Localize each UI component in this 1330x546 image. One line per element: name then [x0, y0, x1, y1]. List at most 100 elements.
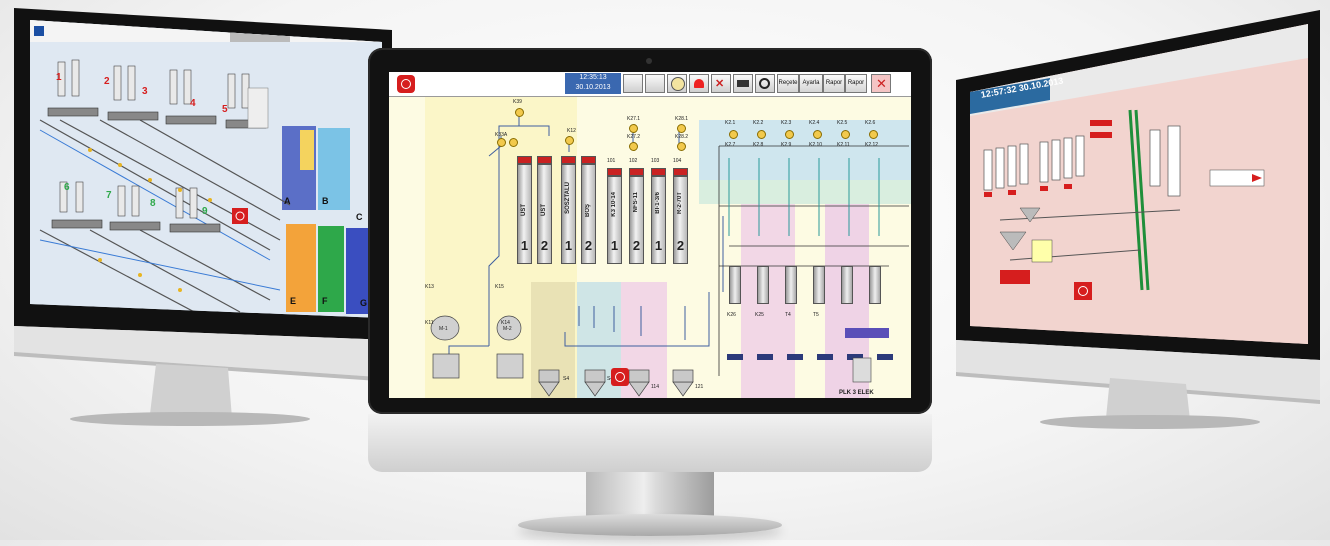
- label-k27-1: K27.1: [627, 116, 641, 122]
- recipe-button[interactable]: Reçete: [777, 74, 799, 93]
- center-stand-base: [518, 514, 782, 536]
- dosing-bin[interactable]: [813, 266, 825, 304]
- valve-node[interactable]: [515, 108, 524, 117]
- globe-icon[interactable]: [667, 74, 687, 93]
- silo-cap: [651, 168, 666, 176]
- folder-icon[interactable]: [645, 74, 665, 93]
- silo-cap: [581, 156, 596, 164]
- label-s4: S4: [563, 376, 570, 382]
- label-k11: K11: [425, 320, 434, 326]
- left-line-number: 5: [222, 104, 228, 115]
- label-k: K2.2: [753, 120, 764, 126]
- left-line-number: 8: [150, 198, 156, 209]
- silo-cap: [517, 156, 532, 164]
- mix-label: T5: [813, 312, 819, 318]
- valve-node[interactable]: [813, 130, 822, 139]
- company-logo[interactable]: [397, 75, 415, 93]
- left-line-number: 3: [142, 86, 148, 97]
- silo-name: BOŞ: [585, 204, 591, 218]
- clock-time: 12:35:13: [579, 74, 607, 81]
- alarm-bell-icon[interactable]: [689, 74, 709, 93]
- silo-name: BI-1-3/6: [655, 192, 661, 214]
- left-line-number: 4: [190, 98, 196, 109]
- label-k39: K39: [513, 99, 522, 105]
- label-k: K2.9: [781, 142, 792, 148]
- label-k: K2.11: [837, 142, 850, 148]
- silo-code: 104: [673, 158, 682, 164]
- label-121: 121: [695, 384, 704, 390]
- clock-display: 12:35:13 30.10.2013: [565, 73, 621, 94]
- left-line-number: 2: [104, 76, 110, 87]
- silo-name: ÜST: [521, 204, 527, 216]
- label-k28-2: K28.2: [675, 134, 689, 140]
- label-k: K2.5: [837, 120, 848, 126]
- report-button-2[interactable]: Rapor: [845, 74, 867, 93]
- computer-icon[interactable]: [623, 74, 643, 93]
- silo-cap: [537, 156, 552, 164]
- valve-node[interactable]: [565, 136, 574, 145]
- valve-node[interactable]: [785, 130, 794, 139]
- valve-node[interactable]: [869, 130, 878, 139]
- label-k: K2.12: [865, 142, 879, 148]
- valve-node[interactable]: [497, 138, 506, 147]
- label-114: 114: [651, 384, 659, 390]
- left-line-number: 6: [64, 182, 70, 193]
- valve-node[interactable]: [629, 142, 638, 151]
- label-k: K2.1: [725, 120, 736, 126]
- left-line-number: 9: [202, 206, 208, 217]
- silo-number: 1: [520, 238, 529, 253]
- valve-node[interactable]: [629, 124, 638, 133]
- label-k: K2.10: [809, 142, 823, 148]
- dosing-bin[interactable]: [869, 266, 881, 304]
- right-screen-schematic: [970, 24, 1308, 344]
- left-side-letter: A: [284, 196, 291, 206]
- dosing-bin[interactable]: [757, 266, 769, 304]
- center-screen: 12:35:13 30.10.2013 ✕ Reçete Ayarla Rapo…: [389, 72, 911, 398]
- label-k: K2.3: [781, 120, 792, 126]
- label-k: K2.7: [725, 142, 736, 148]
- keyboard-icon[interactable]: [733, 74, 753, 93]
- label-k15: K15: [495, 284, 504, 290]
- silo-number: 1: [610, 238, 619, 253]
- close-icon[interactable]: ✕: [871, 74, 891, 93]
- piping-lines: [430, 110, 909, 397]
- left-side-letter: F: [322, 296, 328, 306]
- left-side-letter: C: [356, 212, 363, 222]
- left-screen-schematic: [30, 20, 382, 318]
- silo-name: K3 10-14: [611, 192, 617, 217]
- label-k28-1: K28.1: [675, 116, 689, 122]
- valve-node[interactable]: [757, 130, 766, 139]
- report-button-1[interactable]: Rapor: [823, 74, 845, 93]
- silo-name: ÜST: [541, 204, 547, 216]
- settings-button[interactable]: Ayarla: [799, 74, 823, 93]
- valve-node[interactable]: [677, 142, 686, 151]
- valve-node[interactable]: [841, 130, 850, 139]
- mix-label: K25: [755, 312, 764, 318]
- silo-number: 2: [584, 238, 593, 253]
- silo-cap: [607, 168, 622, 176]
- left-monitor: 1 2 3 4 5 6 7 8 9 A B C E F G: [0, 0, 400, 440]
- label-k: K2.6: [865, 120, 876, 126]
- valve-node[interactable]: [509, 138, 518, 147]
- silo-name: NFS-11: [633, 192, 639, 213]
- emergency-stop-button[interactable]: [611, 368, 629, 386]
- label-k: K2.8: [753, 142, 764, 148]
- left-side-letter: B: [322, 196, 329, 206]
- center-toolbar: 12:35:13 30.10.2013 ✕ Reçete Ayarla Rapo…: [389, 72, 911, 97]
- gauge-icon[interactable]: [755, 74, 775, 93]
- dosing-bin[interactable]: [729, 266, 741, 304]
- dosing-bin[interactable]: [785, 266, 797, 304]
- left-side-letter: G: [360, 298, 368, 308]
- silo-code: 101: [607, 158, 616, 164]
- valve-node[interactable]: [729, 130, 738, 139]
- valve-node[interactable]: [677, 124, 686, 133]
- silo-cap: [673, 168, 688, 176]
- silo-number: 2: [676, 238, 685, 253]
- dosing-bin[interactable]: [841, 266, 853, 304]
- tools-icon[interactable]: ✕: [711, 74, 731, 93]
- label-k12: K12: [567, 128, 576, 134]
- left-line-number: 1: [56, 72, 62, 83]
- silo-name: SOSZTALÜ: [565, 182, 571, 214]
- right-monitor: 12:57:32 30.10.2013: [940, 0, 1330, 440]
- mix-label: K26: [727, 312, 736, 318]
